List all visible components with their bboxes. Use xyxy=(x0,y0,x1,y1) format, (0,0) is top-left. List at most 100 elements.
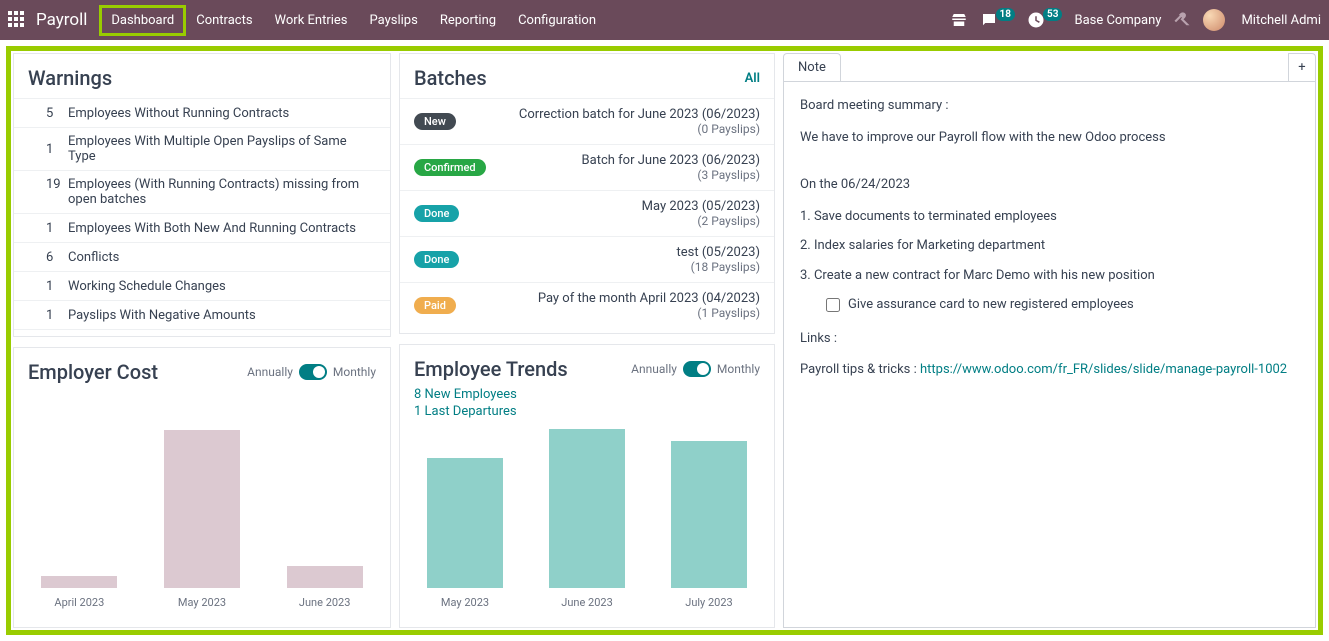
debug-icon[interactable] xyxy=(1173,11,1191,29)
warning-text: Employees With Multiple Open Payslips of… xyxy=(68,134,376,164)
note-tabs: Note + xyxy=(783,53,1316,81)
note-tab[interactable]: Note xyxy=(783,53,841,81)
chart-bar-label: July 2023 xyxy=(685,596,732,609)
nav-dashboard[interactable]: Dashboard xyxy=(101,7,184,34)
tips-link[interactable]: https://www.odoo.com/fr_FR/slides/slide/… xyxy=(920,362,1287,377)
period-toggle[interactable] xyxy=(299,364,327,380)
warning-row[interactable]: 1 Employees With Multiple Open Payslips … xyxy=(14,127,390,170)
new-employees-link[interactable]: 8 New Employees xyxy=(414,387,760,402)
warning-row[interactable]: 1 Employees With Both New And Running Co… xyxy=(14,213,390,242)
chart-bar-label: June 2023 xyxy=(561,596,613,609)
topbar-right: 18 53 Base Company Mitchell Admi xyxy=(950,9,1322,31)
nav-configuration[interactable]: Configuration xyxy=(508,7,606,34)
links-label: Links : xyxy=(800,329,1299,349)
warning-count: 1 xyxy=(28,308,68,323)
batch-sub: (1 Payslips) xyxy=(538,306,760,320)
chart-bar xyxy=(671,441,747,588)
avatar[interactable] xyxy=(1203,9,1225,31)
discuss-icon[interactable]: 18 xyxy=(980,11,1015,29)
warning-count: 19 xyxy=(28,177,68,192)
batches-list: New Correction batch for June 2023 (06/20… xyxy=(400,98,774,328)
warning-text: Payslips With Negative Amounts xyxy=(68,308,376,323)
chart-bar xyxy=(427,458,503,588)
tips-prefix: Payroll tips & tricks : xyxy=(800,362,920,377)
employee-trends-panel: Employee Trends Annually Monthly 8 New E… xyxy=(399,344,775,628)
warning-count: 1 xyxy=(28,221,68,236)
annually-label: Annually xyxy=(247,365,293,379)
app-brand[interactable]: Payroll xyxy=(36,10,87,30)
note-line: On the 06/24/2023 xyxy=(800,175,1299,195)
chart-bar xyxy=(287,566,363,588)
monthly-label: Monthly xyxy=(333,365,376,379)
warning-count: 1 xyxy=(28,279,68,294)
monthly-label: Monthly xyxy=(717,362,760,376)
departures-link[interactable]: 1 Last Departures xyxy=(414,404,760,419)
assurance-checkbox[interactable] xyxy=(826,298,840,312)
warning-row[interactable]: 19 Employees (With Running Contracts) mi… xyxy=(14,170,390,213)
add-note-button[interactable]: + xyxy=(1288,53,1316,81)
activities-icon[interactable]: 53 xyxy=(1027,11,1062,29)
warning-row[interactable]: 1 Working Schedule Changes xyxy=(14,271,390,300)
note-list-item: 2. Index salaries for Marketing departme… xyxy=(800,236,1299,256)
note-list-item: 3. Create a new contract for Marc Demo w… xyxy=(800,266,1299,286)
chart-bar-col: May 2023 xyxy=(404,458,526,609)
period-switch: Annually Monthly xyxy=(631,361,760,377)
warnings-list: 5 Employees Without Running Contracts 1 … xyxy=(14,98,390,336)
batch-title: Batch for June 2023 (06/2023) xyxy=(582,153,760,168)
batch-title: May 2023 (05/2023) xyxy=(642,199,760,214)
warning-count: 6 xyxy=(28,250,68,265)
batch-row[interactable]: Donetest (05/2023)(18 Payslips) xyxy=(400,236,774,282)
username[interactable]: Mitchell Admi xyxy=(1241,13,1321,28)
note-body[interactable]: Board meeting summary : We have to impro… xyxy=(783,81,1316,628)
chart-bar xyxy=(41,576,117,588)
knowledge-icon[interactable] xyxy=(950,11,968,29)
chart-bar-col: July 2023 xyxy=(648,441,770,609)
activities-badge: 53 xyxy=(1043,8,1062,21)
note-line: We have to improve our Payroll flow with… xyxy=(800,128,1299,148)
batch-row[interactable]: Done May 2023 (05/2023)(2 Payslips) xyxy=(400,190,774,236)
warning-text: Conflicts xyxy=(68,250,376,265)
chart-bar-col: April 2023 xyxy=(18,576,141,609)
employer-cost-title: Employer Cost xyxy=(28,360,158,384)
note-line: Board meeting summary : xyxy=(800,96,1299,116)
batch-status-badge: Confirmed xyxy=(414,159,486,176)
batch-title: Pay of the month April 2023 (04/2023) xyxy=(538,291,760,306)
apps-icon[interactable] xyxy=(8,11,26,29)
batch-row[interactable]: Paid Pay of the month April 2023 (04/2023… xyxy=(400,282,774,328)
warning-row[interactable]: 6 Conflicts xyxy=(14,242,390,271)
batch-status-badge: Paid xyxy=(414,297,456,314)
annually-label: Annually xyxy=(631,362,677,376)
employee-trends-title: Employee Trends xyxy=(414,357,568,381)
warning-row[interactable]: 2 New Contracts xyxy=(14,329,390,336)
main-nav: Dashboard Contracts Work Entries Payslip… xyxy=(101,7,606,34)
batch-title: Correction batch for June 2023 (06/2023) xyxy=(519,107,760,122)
chart-bar xyxy=(549,429,625,588)
batch-sub: (2 Payslips) xyxy=(642,214,760,228)
batches-title: Batches xyxy=(414,66,487,90)
chart-bar-col: May 2023 xyxy=(141,430,264,609)
warning-row[interactable]: 5 Employees Without Running Contracts xyxy=(14,98,390,127)
nav-work-entries[interactable]: Work Entries xyxy=(265,7,358,34)
period-toggle[interactable] xyxy=(683,361,711,377)
chart-bar-label: May 2023 xyxy=(441,596,489,609)
chart-bar-col: June 2023 xyxy=(263,566,386,609)
chart-bar-label: June 2023 xyxy=(299,596,351,609)
batch-status-badge: Done xyxy=(414,205,459,222)
batch-status-badge: New xyxy=(414,113,456,130)
batch-row[interactable]: Confirmed Batch for June 2023 (06/2023)(3… xyxy=(400,144,774,190)
nav-reporting[interactable]: Reporting xyxy=(430,7,506,34)
chart-bar-col: June 2023 xyxy=(526,429,648,609)
batch-sub: (0 Payslips) xyxy=(519,122,760,136)
company-selector[interactable]: Base Company xyxy=(1074,13,1161,28)
nav-contracts[interactable]: Contracts xyxy=(186,7,262,34)
warning-row[interactable]: 1 Payslips With Negative Amounts xyxy=(14,300,390,329)
batches-panel: Batches All New Correction batch for June… xyxy=(399,53,775,334)
batches-all-link[interactable]: All xyxy=(745,71,760,86)
nav-payslips[interactable]: Payslips xyxy=(360,7,428,34)
batch-row[interactable]: New Correction batch for June 2023 (06/20… xyxy=(400,98,774,144)
batch-sub: (3 Payslips) xyxy=(582,168,760,182)
topbar: Payroll Dashboard Contracts Work Entries… xyxy=(0,0,1329,40)
warnings-title: Warnings xyxy=(28,66,112,90)
employee-trends-chart: May 2023 June 2023 July 2023 xyxy=(400,421,774,627)
discuss-badge: 18 xyxy=(996,8,1015,21)
